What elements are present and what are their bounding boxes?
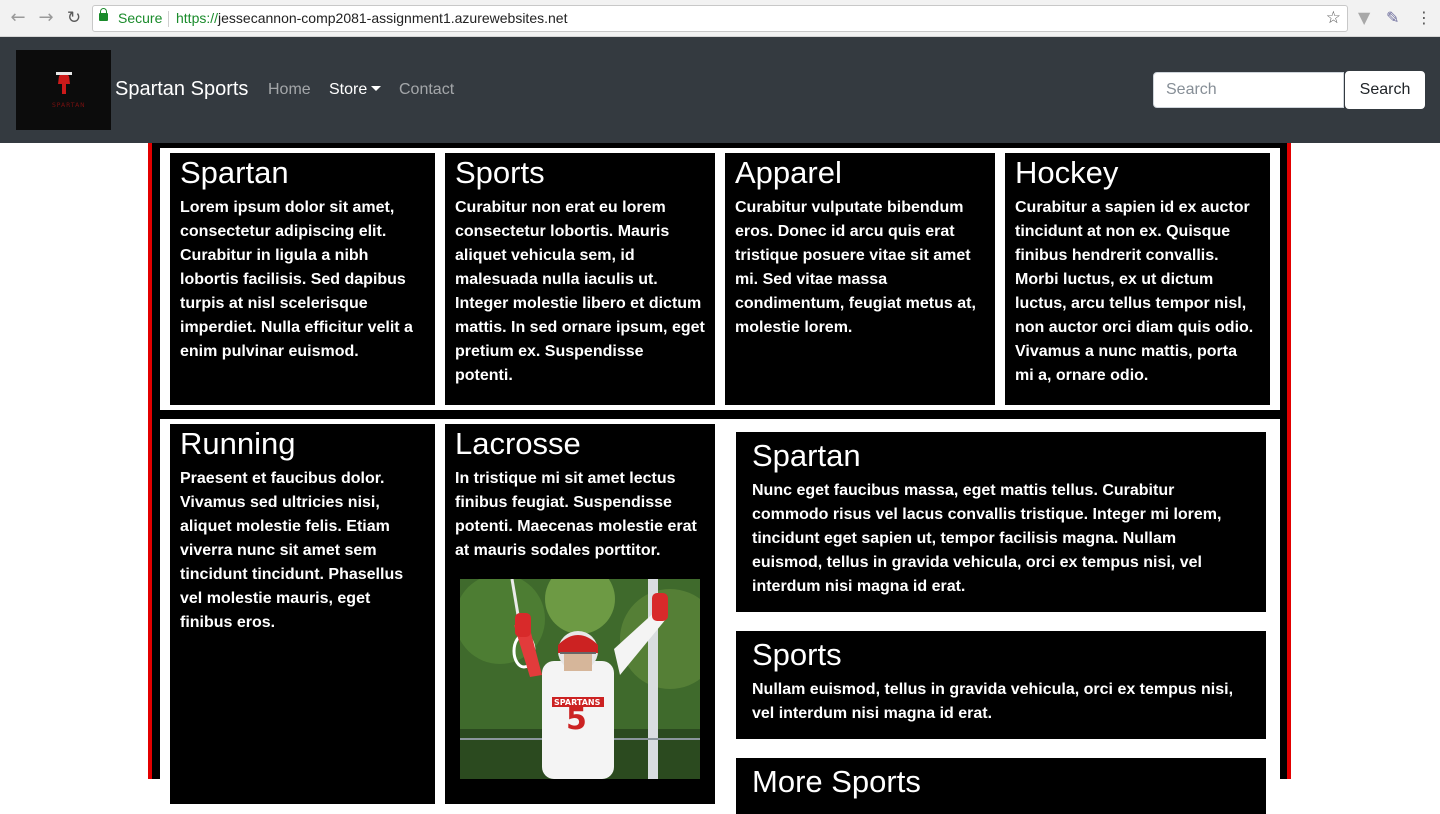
eyedropper-extension-icon[interactable]: ✎ <box>1386 8 1399 27</box>
logo-text: SPARTAN <box>52 102 86 109</box>
nav-store-dropdown[interactable]: Store <box>329 81 382 99</box>
extension-icon[interactable]: ▼ <box>1358 8 1370 27</box>
search-input[interactable] <box>1153 72 1344 108</box>
lock-icon <box>99 8 108 21</box>
content-inner: Spartan Lorem ipsum dolor sit amet, cons… <box>152 143 1287 814</box>
secure-label: Secure <box>118 10 163 26</box>
forward-icon[interactable]: → <box>36 8 56 28</box>
box-title: More Sports <box>752 764 921 799</box>
nav-home-link[interactable]: Home <box>268 81 311 99</box>
box-card-more-sports: More Sports <box>736 758 1266 814</box>
address-bar[interactable]: Secure https://jessecannon-comp2081-assi… <box>92 5 1348 32</box>
box-more-sports: More Sports <box>732 754 1270 814</box>
jersey-text: SPARTANS <box>554 698 601 707</box>
back-icon[interactable]: ← <box>8 8 28 28</box>
box-title: Sports <box>752 637 842 672</box>
browser-toolbar: ← → ↻ Secure https://jessecannon-comp208… <box>0 0 1440 37</box>
feature-row: Spartan Lorem ipsum dolor sit amet, cons… <box>160 148 1280 410</box>
spartan-helmet-icon <box>56 72 72 94</box>
card-text: Lorem ipsum dolor sit amet, consectetur … <box>180 199 413 360</box>
box-text: Nullam euismod, tellus in gravida vehicu… <box>752 681 1234 722</box>
card-running: Running Praesent et faucibus dolor. Viva… <box>170 424 435 804</box>
card-text: Curabitur non erat eu lorem consectetur … <box>455 199 705 384</box>
url-scheme: https:// <box>176 10 219 26</box>
card-title: Sports <box>455 155 545 190</box>
site-navbar: SPARTAN Spartan Sports Home Store Contac… <box>0 37 1440 143</box>
address-separator <box>168 11 169 27</box>
card-title: Apparel <box>735 155 842 190</box>
box-card-spartan: Spartan Nunc eget faucibus massa, eget m… <box>736 432 1266 612</box>
card-text: In tristique mi sit amet lectus finibus … <box>455 470 697 559</box>
card-text: Curabitur a sapien id ex auctor tincidun… <box>1015 199 1254 384</box>
box-sports: Sports Nullam euismod, tellus in gravida… <box>732 627 1270 743</box>
nav-contact-link[interactable]: Contact <box>399 81 454 99</box>
search-button[interactable]: Search <box>1345 71 1425 109</box>
nav-store-label: Store <box>329 81 368 98</box>
card-hockey: Hockey Curabitur a sapien id ex auctor t… <box>1005 153 1270 405</box>
site-logo[interactable]: SPARTAN <box>16 50 111 130</box>
card-spartan: Spartan Lorem ipsum dolor sit amet, cons… <box>170 153 435 405</box>
caret-down-icon <box>371 86 382 91</box>
menu-kebab-icon[interactable]: ⋮ <box>1416 8 1432 27</box>
card-text: Praesent et faucibus dolor. Vivamus sed … <box>180 470 404 631</box>
card-title: Spartan <box>180 155 289 190</box>
url-host: jessecannon-comp2081-assignment1.azurewe… <box>218 10 568 26</box>
content-container: Spartan Lorem ipsum dolor sit amet, cons… <box>148 143 1291 814</box>
card-apparel: Apparel Curabitur vulputate bibendum ero… <box>725 153 995 405</box>
card-text: Curabitur vulputate bibendum eros. Donec… <box>735 199 976 336</box>
box-spartan: Spartan Nunc eget faucibus massa, eget m… <box>732 428 1270 616</box>
lacrosse-player-image: 5 SPARTANS <box>460 579 700 779</box>
reload-icon[interactable]: ↻ <box>64 8 84 28</box>
sports-row: Running Praesent et faucibus dolor. Viva… <box>160 419 1280 814</box>
jersey-number: 5 <box>566 702 587 737</box>
card-sports: Sports Curabitur non erat eu lorem conse… <box>445 153 715 405</box>
url-text[interactable]: https://jessecannon-comp2081-assignment1… <box>176 10 567 26</box>
brand-link[interactable]: Spartan Sports <box>115 78 248 101</box>
card-title: Lacrosse <box>455 426 581 461</box>
box-text: Nunc eget faucibus massa, eget mattis te… <box>752 482 1222 595</box>
card-title: Running <box>180 426 296 461</box>
card-title: Hockey <box>1015 155 1119 190</box>
box-card-sports: Sports Nullam euismod, tellus in gravida… <box>736 631 1266 739</box>
box-title: Spartan <box>752 438 861 473</box>
bookmark-star-icon[interactable]: ☆ <box>1326 8 1341 28</box>
